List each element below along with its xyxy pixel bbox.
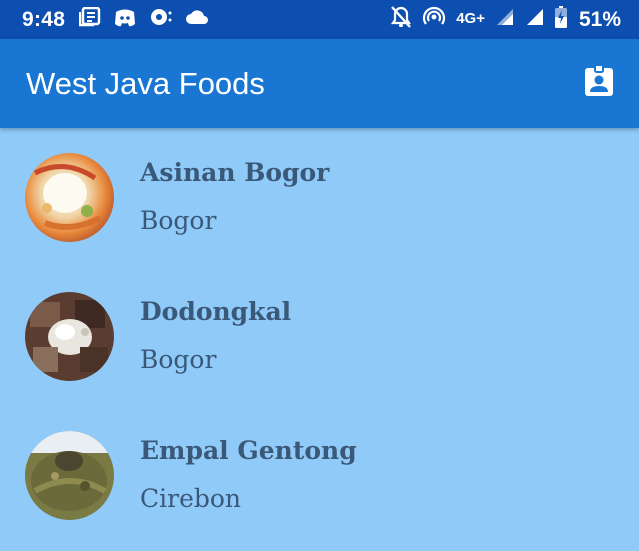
- food-thumbnail: [25, 153, 114, 242]
- battery-percentage: 51%: [578, 7, 621, 31]
- podcast-icon: [149, 7, 173, 32]
- profile-button[interactable]: [581, 64, 617, 102]
- status-time: 9:48: [22, 7, 66, 31]
- food-list: Asinan Bogor Bogor Dodongkal Bogor Empal…: [0, 128, 639, 551]
- hotspot-icon: [422, 5, 446, 34]
- discord-icon: [113, 7, 137, 32]
- app-bar: West Java Foods: [0, 39, 639, 128]
- page-title: West Java Foods: [26, 65, 265, 101]
- food-name: Dodongkal: [140, 297, 292, 326]
- profile-badge-icon: [584, 64, 614, 102]
- news-icon: [79, 6, 101, 32]
- signal-icon: [495, 7, 515, 32]
- notifications-off-icon: [390, 5, 412, 34]
- status-bar: 9:48 4G+ 51%: [0, 0, 639, 39]
- battery-icon: [554, 6, 567, 33]
- signal-icon: [525, 7, 545, 32]
- food-name: Empal Gentong: [140, 436, 357, 465]
- list-item[interactable]: Dodongkal Bogor: [0, 267, 639, 406]
- food-name: Asinan Bogor: [140, 158, 330, 187]
- network-type: 4G+: [456, 10, 485, 27]
- food-city: Bogor: [140, 206, 217, 235]
- food-thumbnail: [25, 292, 114, 381]
- cloud-icon: [185, 8, 209, 31]
- food-thumbnail: [25, 431, 114, 520]
- food-city: Cirebon: [140, 484, 242, 513]
- food-city: Bogor: [140, 345, 217, 374]
- list-item[interactable]: Empal Gentong Cirebon: [0, 406, 639, 545]
- list-item[interactable]: Asinan Bogor Bogor: [0, 128, 639, 267]
